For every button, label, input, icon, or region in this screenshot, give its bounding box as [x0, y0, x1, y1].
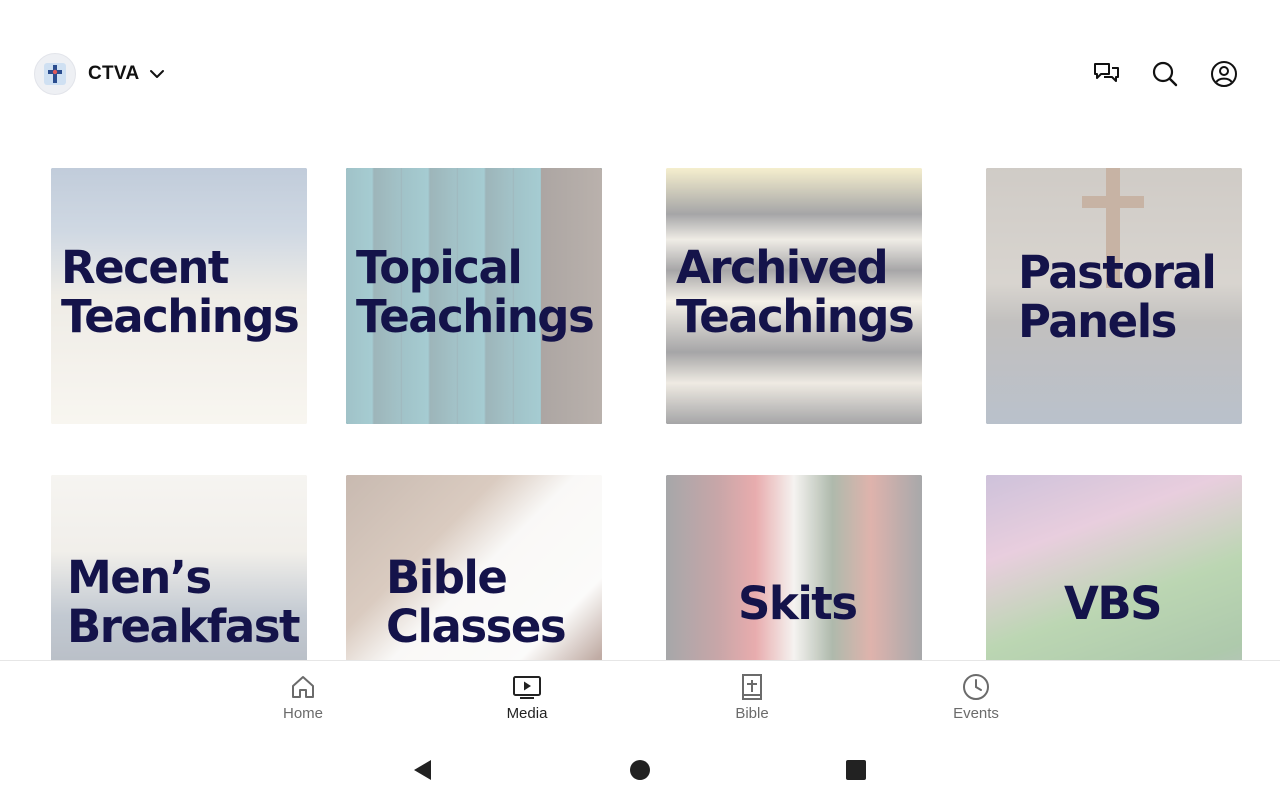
clock-icon [963, 674, 989, 700]
org-switcher[interactable]: CTVA [34, 53, 166, 95]
church-cross-logo-icon [34, 53, 76, 95]
chevron-down-icon [149, 70, 164, 78]
nav-item-bible[interactable]: Bible [692, 673, 812, 733]
home-circle-icon[interactable] [627, 757, 653, 783]
tile-archived-teachings[interactable]: Archived Teachings [666, 168, 922, 424]
media-play-icon [513, 676, 541, 699]
app-screen: CTVA Recent Teachings Topical Teachings … [0, 0, 1280, 800]
nav-label: Home [282, 705, 323, 722]
tile-pastoral-panels[interactable]: Pastoral Panels [986, 168, 1242, 424]
tile-topical-teachings[interactable]: Topical Teachings [346, 168, 602, 424]
bible-icon [742, 674, 762, 700]
top-bar: CTVA [0, 50, 1280, 102]
nav-item-home[interactable]: Home [243, 673, 363, 733]
nav-label: Events [953, 705, 999, 722]
tile-recent-teachings[interactable]: Recent Teachings [51, 168, 307, 424]
recents-square-icon[interactable] [843, 757, 869, 783]
tile-title: VBS [1064, 577, 1163, 630]
home-icon [292, 676, 314, 698]
bottom-navigation: Home Media Bible Events [0, 660, 1280, 740]
tile-title: Men’s Breakfast [67, 551, 301, 653]
tile-title: Archived Teachings [676, 241, 915, 343]
account-icon[interactable] [1209, 59, 1239, 89]
system-navigation-bar [0, 740, 1280, 800]
tile-title: Skits [738, 577, 858, 630]
tile-title: Recent Teachings [61, 241, 300, 343]
nav-item-media[interactable]: Media [467, 673, 587, 733]
nav-item-events[interactable]: Events [916, 673, 1036, 733]
search-icon[interactable] [1150, 59, 1180, 89]
chat-icon[interactable] [1091, 59, 1121, 89]
tile-title: Pastoral Panels [1018, 246, 1217, 348]
back-icon[interactable] [410, 757, 436, 783]
nav-label: Media [506, 705, 548, 722]
org-name: CTVA [88, 63, 140, 84]
nav-label: Bible [735, 705, 769, 722]
tile-title: Topical Teachings [356, 241, 595, 343]
tile-title: Bible Classes [386, 551, 567, 653]
